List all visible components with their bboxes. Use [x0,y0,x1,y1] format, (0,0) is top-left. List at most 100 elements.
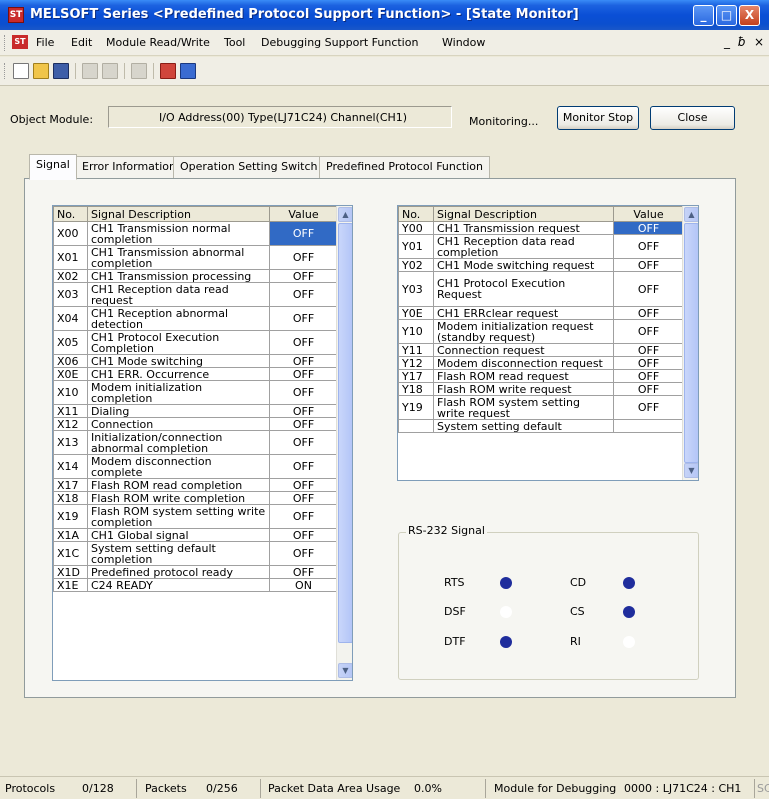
y-signal-value[interactable]: OFF [613,356,684,370]
y-signal-value[interactable]: OFF [613,221,684,235]
doc-minimize-button[interactable]: _ [724,35,730,49]
x-signal-value[interactable]: OFF [269,306,338,331]
x-signal-value[interactable]: OFF [269,565,338,579]
x-table-scrollbar[interactable]: ▲ ▼ [336,206,352,680]
x-signal-value[interactable]: OFF [269,367,338,381]
minimize-button[interactable]: _ [693,5,714,26]
document-icon[interactable]: ST [12,35,28,49]
menu-edit[interactable]: Edit [71,36,92,49]
maximize-button[interactable]: □ [716,5,737,26]
x-signal-row[interactable]: X1D Predefined protocol ready OFF [53,565,338,579]
y-signal-row[interactable]: Y02 CH1 Mode switching request OFF [398,258,684,272]
print-icon[interactable] [131,63,147,79]
tab-predefined-protocol-function[interactable]: Predefined Protocol Function [319,156,490,178]
close-button[interactable]: Close [650,106,735,130]
y-signal-row[interactable]: Y19 Flash ROM system setting write reques… [398,395,684,420]
x-signal-value[interactable]: OFF [269,330,338,355]
y-signal-value[interactable]: OFF [613,306,684,320]
menu-module-read-write[interactable]: Module Read/Write [106,36,210,49]
x-signal-value[interactable]: OFF [269,454,338,479]
y-signal-row[interactable]: Y01 CH1 Reception data read completion OFF [398,234,684,259]
x-signal-value[interactable]: OFF [269,417,338,431]
x-signal-row[interactable]: X10 Modem initialization completion OFF [53,380,338,405]
tab-operation-setting-switch[interactable]: Operation Setting Switch [173,156,325,178]
x-signal-row[interactable]: X0E CH1 ERR. Occurrence OFF [53,367,338,381]
y-table-scrollbar[interactable]: ▲ ▼ [682,206,698,480]
y-signal-value[interactable]: OFF [613,234,684,259]
write-to-module-icon[interactable] [180,63,196,79]
x-signal-row[interactable]: X18 Flash ROM write completion OFF [53,491,338,505]
y-signal-row[interactable]: Y0E CH1 ERRclear request OFF [398,306,684,320]
x-signal-row[interactable]: X19 Flash ROM system setting write comple… [53,504,338,529]
x-signal-value[interactable]: ON [269,578,338,592]
x-signal-value[interactable]: OFF [269,528,338,542]
menu-file[interactable]: File [36,36,54,49]
y-signal-value[interactable]: OFF [613,382,684,396]
x-signal-value[interactable]: OFF [269,491,338,505]
x-signal-value[interactable]: OFF [269,478,338,492]
y-signal-row[interactable]: Y17 Flash ROM read request OFF [398,369,684,383]
y-signal-value[interactable] [613,419,684,433]
x-signal-value[interactable]: OFF [269,541,338,566]
save-icon[interactable] [53,63,69,79]
y-signal-row[interactable]: Y03 CH1 Protocol Execution Request OFF [398,271,684,307]
y-signal-row[interactable]: Y10 Modem initialization request (standby… [398,319,684,344]
x-signal-row[interactable]: X1E C24 READY ON [53,578,338,592]
scroll-up-arrow-icon[interactable]: ▲ [338,207,352,222]
new-file-icon[interactable] [13,63,29,79]
y-signal-row[interactable]: Y12 Modem disconnection request OFF [398,356,684,370]
y-scroll-thumb[interactable] [684,223,698,463]
y-signal-value[interactable]: OFF [613,319,684,344]
x-signal-row[interactable]: X14 Modem disconnection complete OFF [53,454,338,479]
read-from-module-icon[interactable] [160,63,176,79]
open-folder-icon[interactable] [33,63,49,79]
x-signal-row[interactable]: X1A CH1 Global signal OFF [53,528,338,542]
y-signal-value[interactable]: OFF [613,271,684,307]
y-signal-row[interactable]: System setting default [398,419,684,433]
x-signal-value[interactable]: OFF [269,380,338,405]
x-signal-row[interactable]: X04 CH1 Reception abnormal detection OFF [53,306,338,331]
y-signal-value[interactable]: OFF [613,395,684,420]
x-signal-value[interactable]: OFF [269,404,338,418]
x-signal-row[interactable]: X06 CH1 Mode switching OFF [53,354,338,368]
x-signal-row[interactable]: X01 CH1 Transmission abnormal completion O… [53,245,338,270]
x-signal-row[interactable]: X1C System setting default completion OFF [53,541,338,566]
y-signal-row[interactable]: Y18 Flash ROM write request OFF [398,382,684,396]
menu-debugging-support[interactable]: Debugging Support Function [261,36,418,49]
tab-error-information[interactable]: Error Information [75,156,183,178]
scroll-up-arrow-icon[interactable]: ▲ [684,207,698,222]
x-signal-value[interactable]: OFF [269,354,338,368]
scroll-down-arrow-icon[interactable]: ▼ [684,463,698,478]
paste-icon[interactable] [102,63,118,79]
x-signal-row[interactable]: X12 Connection OFF [53,417,338,431]
y-signal-value[interactable]: OFF [613,369,684,383]
x-signal-row[interactable]: X02 CH1 Transmission processing OFF [53,269,338,283]
tab-signal[interactable]: Signal [29,154,77,180]
doc-restore-button[interactable]: ƀ [738,35,746,49]
scroll-down-arrow-icon[interactable]: ▼ [338,663,352,678]
x-signal-value[interactable]: OFF [269,245,338,270]
x-signal-row[interactable]: X03 CH1 Reception data read request OFF [53,282,338,307]
x-signal-row[interactable]: X13 Initialization/connection abnormal co… [53,430,338,455]
x-signal-value[interactable]: OFF [269,282,338,307]
copy-icon[interactable] [82,63,98,79]
menu-window[interactable]: Window [442,36,485,49]
monitor-stop-button[interactable]: Monitor Stop [557,106,639,130]
x-signal-value[interactable]: OFF [269,430,338,455]
x-signal-row[interactable]: X11 Dialing OFF [53,404,338,418]
y-signal-row[interactable]: Y00 CH1 Transmission request OFF [398,221,684,235]
doc-close-button[interactable]: × [754,35,764,49]
x-signal-value[interactable]: OFF [269,221,338,246]
menu-tool[interactable]: Tool [224,36,245,49]
x-signal-row[interactable]: X05 CH1 Protocol Execution Completion OFF [53,330,338,355]
y-signal-row[interactable]: Y11 Connection request OFF [398,343,684,357]
x-signal-row[interactable]: X17 Flash ROM read completion OFF [53,478,338,492]
x-scroll-thumb[interactable] [338,223,352,643]
x-signal-value[interactable]: OFF [269,269,338,283]
x-signal-value[interactable]: OFF [269,504,338,529]
close-window-button[interactable]: X [739,5,760,26]
x-signal-row[interactable]: X00 CH1 Transmission normal completion OFF [53,221,338,246]
y-signal-value[interactable]: OFF [613,343,684,357]
y-signal-value[interactable]: OFF [613,258,684,272]
y-signal-table: No. Signal Description Value Y00 CH1 Tran… [397,205,699,481]
